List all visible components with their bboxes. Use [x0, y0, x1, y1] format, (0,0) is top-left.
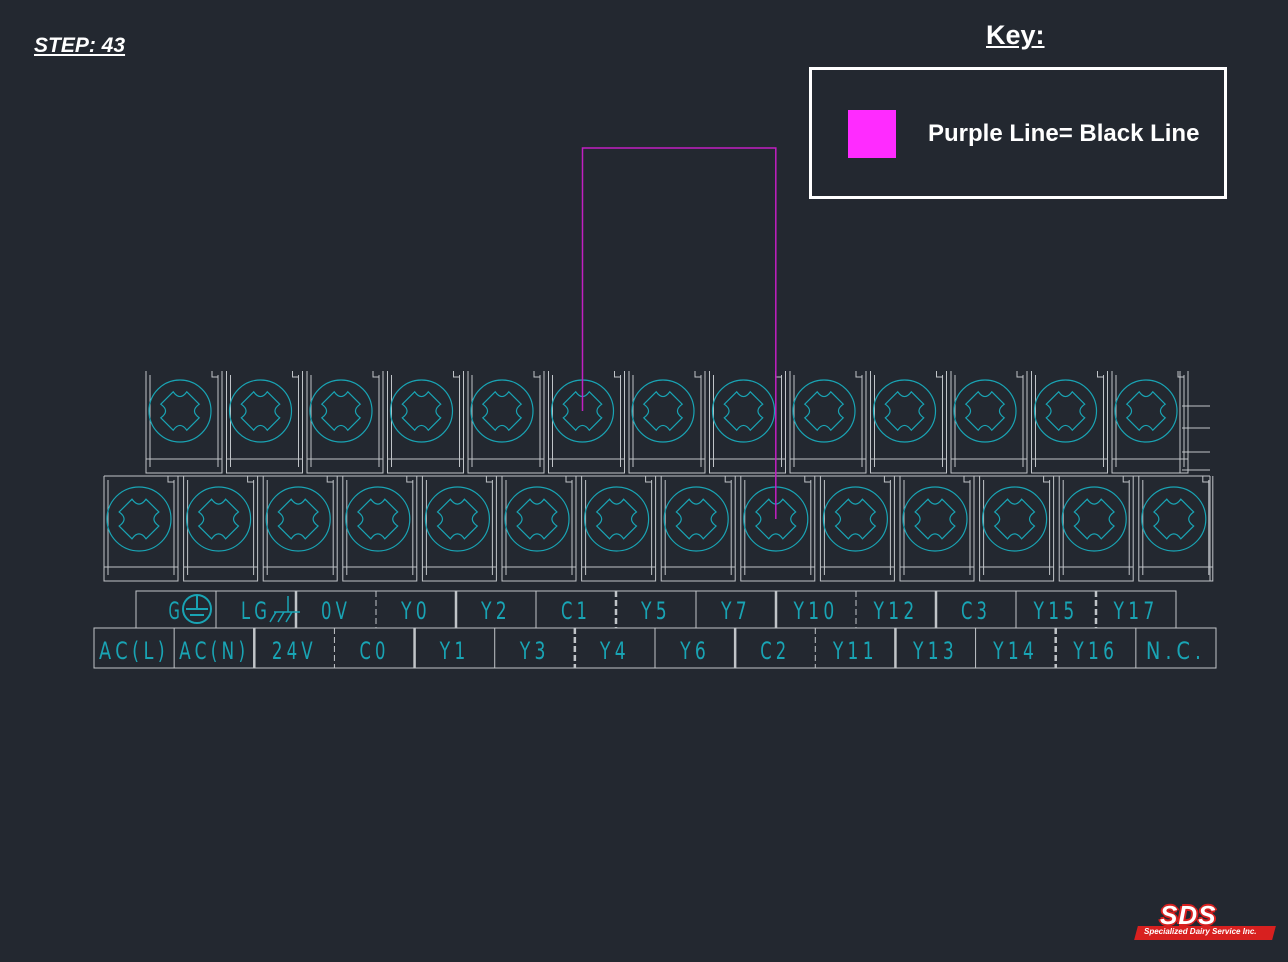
terminal-label-y1: Y1 [439, 637, 470, 665]
terminal-label-y15: Y15 [1033, 597, 1079, 625]
upper-screw-9 [792, 379, 856, 443]
terminal-label-c0: C0 [360, 637, 390, 665]
terminal-label-g: G [169, 597, 184, 625]
upper-housing-4 [387, 371, 464, 474]
lower-housing-2 [183, 476, 259, 582]
terminal-label-y4: Y4 [599, 637, 630, 665]
lower-screw-13 [1061, 486, 1127, 552]
label-strip-upper: G LG 0V Y0 Y2 C1 Y5 Y7 Y10 Y12 C3 Y15 Y17 [135, 590, 1177, 629]
terminal-label-y3: Y3 [519, 637, 550, 665]
terminal-label-c3: C3 [961, 597, 991, 625]
upper-screw-5 [470, 379, 534, 443]
upper-housing-3 [306, 371, 384, 474]
lower-screw-1 [106, 486, 172, 552]
upper-screw-7 [631, 379, 695, 443]
lower-housing-4 [342, 476, 418, 582]
terminal-label-y5: Y5 [640, 597, 671, 625]
terminal-label-y0: Y0 [400, 597, 431, 625]
terminal-label-y17: Y17 [1113, 597, 1159, 625]
upper-housing-12 [1031, 371, 1108, 474]
upper-screw-4 [389, 379, 454, 443]
terminal-label-y13: Y13 [912, 637, 958, 665]
terminal-label-y12: Y12 [873, 597, 919, 625]
upper-screw-10 [872, 379, 937, 443]
terminal-frame [103, 371, 1214, 582]
terminal-label-c2: C2 [760, 637, 790, 665]
terminal-label-lg: LG [241, 597, 271, 625]
upper-housing-2 [226, 371, 303, 474]
lower-screw-7 [583, 486, 650, 552]
terminal-label-y11: Y11 [832, 637, 878, 665]
terminal-label-nc: N.C. [1146, 637, 1206, 665]
lower-screw-14 [1141, 486, 1207, 552]
upper-housing-5 [467, 371, 545, 474]
purple-wire [581, 147, 777, 519]
terminal-block-diagram: G LG 0V Y0 Y2 C1 Y5 Y7 Y10 Y12 C3 Y15 Y17 AC(L) AC(N) 2… [93, 147, 1217, 669]
lower-housing-12 [979, 476, 1055, 582]
terminal-label-y16: Y16 [1073, 637, 1119, 665]
upper-housing-7 [628, 371, 706, 474]
lower-housing-10 [819, 476, 895, 582]
terminal-label-0v: 0V [321, 597, 351, 625]
upper-screw-12 [1033, 379, 1098, 443]
lower-housing-14 [1138, 476, 1214, 582]
lower-screw-2 [186, 486, 252, 552]
lower-housing-8 [660, 476, 736, 582]
upper-screw-11 [953, 379, 1017, 443]
upper-housing-9 [789, 371, 867, 474]
upper-housing-10 [870, 371, 947, 474]
lower-housing-3 [262, 476, 338, 582]
terminal-label-acn: AC(N) [179, 637, 249, 665]
upper-housing-6 [548, 371, 625, 474]
upper-housing-1 [145, 371, 223, 474]
upper-housing-13 [1111, 371, 1189, 474]
terminal-label-acl: AC(L) [99, 637, 169, 665]
label-strip-lower: AC(L) AC(N) 24V C0 Y1 Y3 Y4 Y6 C2 Y11 Y13 Y14 Y16 N.C… [93, 627, 1217, 669]
upper-screw-3 [309, 379, 373, 443]
lower-screw-8 [663, 486, 729, 552]
lower-screw-12 [981, 486, 1048, 552]
upper-screw-1 [148, 379, 212, 443]
lower-housing-9 [740, 476, 816, 582]
screw-terminals [106, 379, 1207, 552]
terminal-label-24v: 24V [272, 637, 317, 665]
terminal-label-y2: Y2 [480, 597, 511, 625]
terminal-label-y14: Y14 [992, 637, 1038, 665]
lower-housing-1 [103, 476, 179, 582]
lower-housing-11 [899, 476, 975, 582]
lower-screw-10 [822, 486, 889, 552]
sds-logo: SDS Specialized Dairy Service Inc. [1134, 894, 1278, 944]
lower-housing-7 [581, 476, 657, 582]
lower-housing-6 [501, 476, 577, 582]
upper-screw-2 [228, 379, 293, 443]
lower-screw-3 [265, 486, 331, 552]
wire-path [581, 147, 777, 519]
terminal-label-y10: Y10 [793, 597, 839, 625]
terminal-label-y7: Y7 [720, 597, 751, 625]
lower-screw-5 [424, 486, 490, 552]
lower-screw-11 [902, 486, 968, 552]
lower-screw-4 [345, 486, 411, 552]
lower-housing-13 [1058, 476, 1134, 582]
upper-housing-8 [709, 371, 786, 474]
terminal-label-c1: C1 [561, 597, 591, 625]
lower-screw-6 [504, 486, 570, 552]
upper-screw-13 [1114, 379, 1178, 443]
ground-icon [182, 594, 212, 624]
lower-housing-5 [421, 476, 497, 582]
logo-subtitle: Specialized Dairy Service Inc. [1144, 927, 1257, 936]
terminal-labels: G LG 0V Y0 Y2 C1 Y5 Y7 Y10 Y12 C3 Y15 Y17 AC(L) AC(N) 2… [93, 590, 1217, 669]
upper-housing-11 [950, 371, 1028, 474]
terminal-label-y6: Y6 [679, 637, 710, 665]
upper-screw-8 [711, 379, 776, 443]
